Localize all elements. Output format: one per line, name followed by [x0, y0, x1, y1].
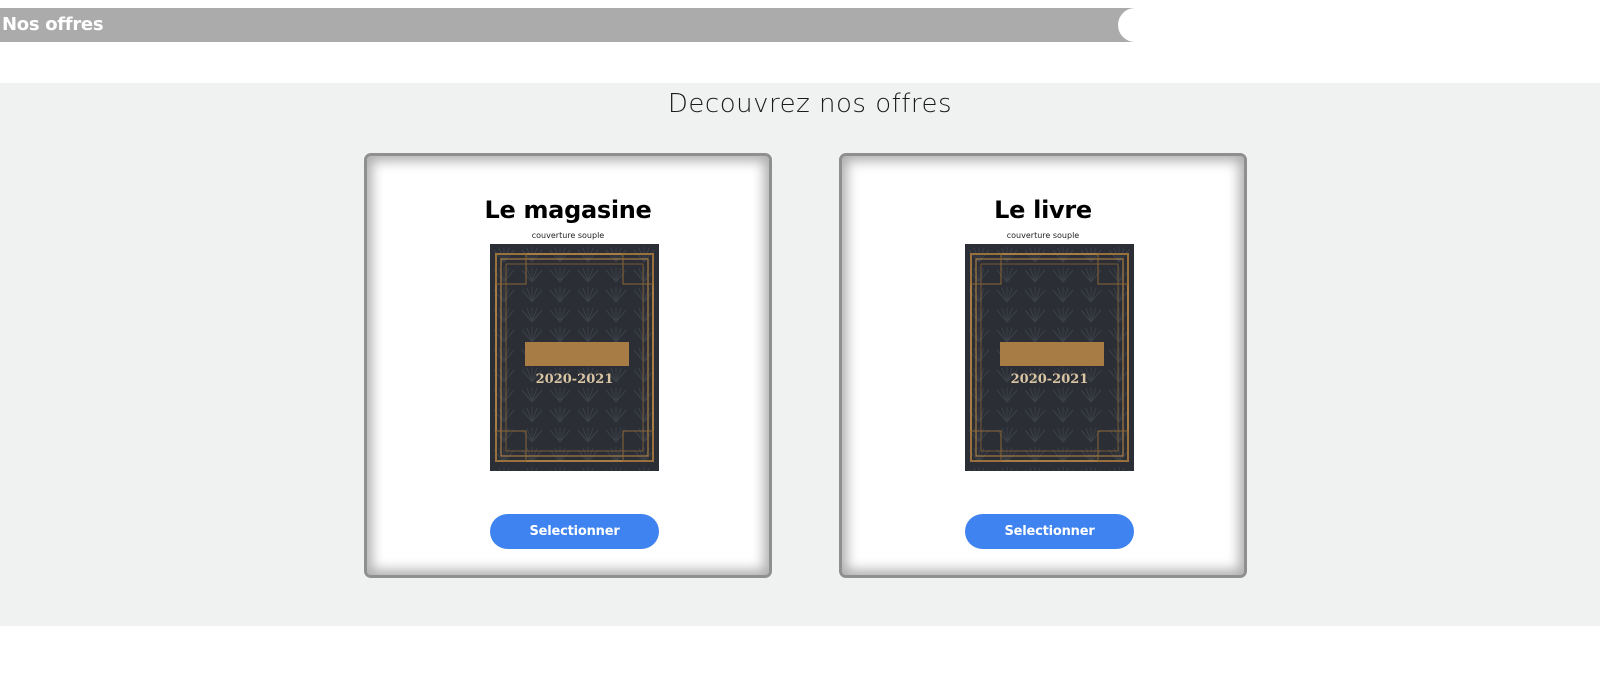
offer-card-magasine: Le magasine couverture souple 2020-2021 … — [364, 153, 772, 578]
cover-year-text: 2020-2021 — [1011, 372, 1089, 387]
offers-section: Decouvrez nos offres Le magasine couvert… — [0, 83, 1600, 626]
offer-subtitle: couverture souple — [1006, 231, 1080, 240]
cover-image: 2020-2021 — [490, 244, 659, 471]
offer-card-livre: Le livre couverture souple 2020-2021 Sel… — [839, 153, 1247, 578]
offer-title: Le livre — [994, 196, 1092, 224]
cover-year-text: 2020-2021 — [536, 372, 614, 387]
top-header-bar: Nos offres — [0, 8, 1140, 42]
cover-image: 2020-2021 — [965, 244, 1134, 471]
section-heading: Decouvrez nos offres — [667, 89, 953, 119]
select-button-magasine[interactable]: Selectionner — [490, 514, 659, 549]
header-bar-cap — [1118, 8, 1140, 42]
offer-subtitle: couverture souple — [531, 231, 605, 240]
select-button-livre[interactable]: Selectionner — [965, 514, 1134, 549]
offer-title: Le magasine — [484, 196, 652, 224]
header-title: Nos offres — [2, 14, 104, 35]
